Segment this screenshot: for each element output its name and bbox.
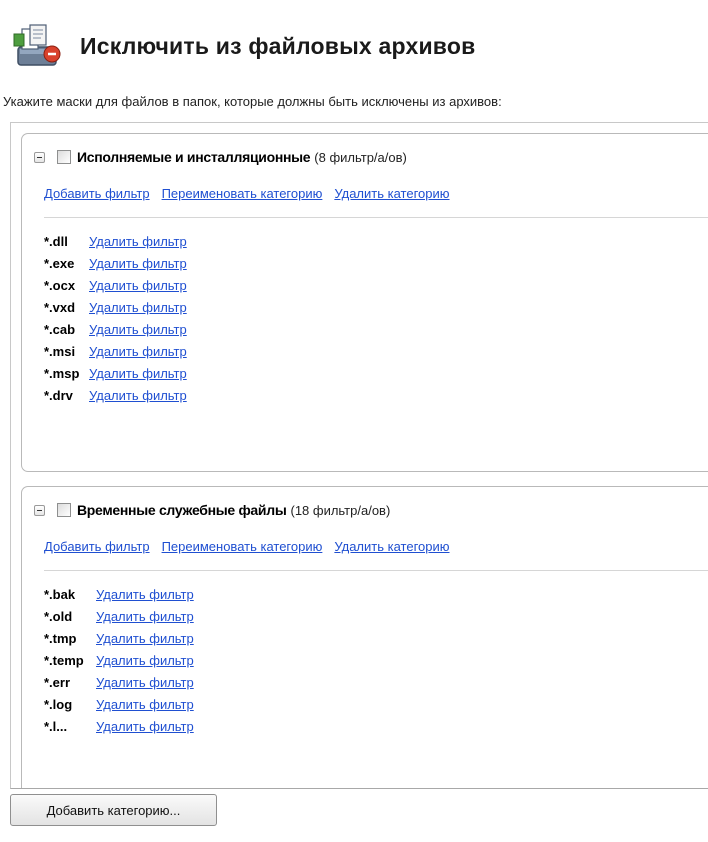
filter-row: *.bak Удалить фильтр bbox=[44, 583, 194, 605]
filter-row: *.temp Удалить фильтр bbox=[44, 649, 194, 671]
filter-mask: *.msp bbox=[44, 365, 80, 381]
category-name: Исполняемые и инсталляционные bbox=[77, 149, 311, 165]
filter-row: *.msi Удалить фильтр bbox=[44, 340, 187, 362]
category-panel: Исполняемые и инсталляционные (8 фильтр/… bbox=[21, 133, 708, 472]
filter-row: *.ocx Удалить фильтр bbox=[44, 274, 187, 296]
delete-filter-link[interactable]: Удалить фильтр bbox=[96, 719, 194, 734]
filter-mask: *.old bbox=[44, 608, 73, 624]
delete-category-link[interactable]: Удалить категорию bbox=[334, 539, 449, 554]
category-actions: Добавить фильтр Переименовать категорию … bbox=[44, 539, 450, 554]
filter-mask: *.cab bbox=[44, 321, 76, 337]
exclude-files-icon bbox=[8, 21, 66, 71]
rename-category-link[interactable]: Переименовать категорию bbox=[162, 186, 323, 201]
header: Исключить из файловых архивов bbox=[8, 18, 475, 74]
instructions-text: Укажите маски для файлов в папок, которы… bbox=[3, 94, 502, 109]
filter-mask: *.bak bbox=[44, 586, 76, 602]
delete-category-link[interactable]: Удалить категорию bbox=[334, 186, 449, 201]
category-count: (8 фильтр/а/ов) bbox=[314, 149, 407, 165]
filter-mask: *.msi bbox=[44, 343, 76, 359]
category-header: Исполняемые и инсталляционные (8 фильтр/… bbox=[34, 149, 407, 165]
filter-row: *.log Удалить фильтр bbox=[44, 693, 194, 715]
collapse-icon[interactable] bbox=[34, 151, 45, 163]
filter-list: *.bak Удалить фильтр *.old Удалить фильтр … bbox=[44, 583, 194, 737]
filter-row: *.err Удалить фильтр bbox=[44, 671, 194, 693]
filter-row: *.drv Удалить фильтр bbox=[44, 384, 187, 406]
add-category-button[interactable]: Добавить категорию... bbox=[10, 794, 217, 826]
filter-row: *.cab Удалить фильтр bbox=[44, 318, 187, 340]
filter-mask: *.dll bbox=[44, 233, 68, 249]
delete-filter-link[interactable]: Удалить фильтр bbox=[89, 388, 187, 403]
add-filter-link[interactable]: Добавить фильтр bbox=[44, 539, 150, 554]
filter-row: *.dll Удалить фильтр bbox=[44, 230, 187, 252]
collapse-icon[interactable] bbox=[34, 504, 45, 516]
filter-mask: *.err bbox=[44, 674, 71, 690]
delete-filter-link[interactable]: Удалить фильтр bbox=[96, 697, 194, 712]
delete-filter-link[interactable]: Удалить фильтр bbox=[96, 631, 194, 646]
delete-filter-link[interactable]: Удалить фильтр bbox=[96, 675, 194, 690]
filter-row: *.tmp Удалить фильтр bbox=[44, 627, 194, 649]
filter-mask: *.vxd bbox=[44, 299, 76, 315]
divider bbox=[44, 217, 708, 218]
filter-list: *.dll Удалить фильтр *.exe Удалить фильтр … bbox=[44, 230, 187, 406]
delete-filter-link[interactable]: Удалить фильтр bbox=[89, 344, 187, 359]
category-checkbox[interactable] bbox=[57, 503, 71, 517]
delete-filter-link[interactable]: Удалить фильтр bbox=[89, 234, 187, 249]
filter-mask: *.log bbox=[44, 696, 73, 712]
add-filter-link[interactable]: Добавить фильтр bbox=[44, 186, 150, 201]
delete-filter-link[interactable]: Удалить фильтр bbox=[89, 278, 187, 293]
filter-row: *.l... Удалить фильтр bbox=[44, 715, 194, 737]
category-panel: Временные служебные файлы (18 фильтр/а/о… bbox=[21, 486, 708, 788]
filter-mask: *.drv bbox=[44, 387, 73, 403]
delete-filter-link[interactable]: Удалить фильтр bbox=[89, 366, 187, 381]
delete-filter-link[interactable]: Удалить фильтр bbox=[96, 609, 194, 624]
category-name: Временные служебные файлы bbox=[77, 502, 287, 518]
page-title: Исключить из файловых архивов bbox=[80, 32, 476, 59]
filter-mask: *.ocx bbox=[44, 277, 76, 293]
filter-row: *.old Удалить фильтр bbox=[44, 605, 194, 627]
delete-filter-link[interactable]: Удалить фильтр bbox=[89, 256, 187, 271]
delete-filter-link[interactable]: Удалить фильтр bbox=[89, 300, 187, 315]
delete-filter-link[interactable]: Удалить фильтр bbox=[96, 653, 194, 668]
categories-list[interactable]: Исполняемые и инсталляционные (8 фильтр/… bbox=[10, 122, 708, 789]
filter-row: *.vxd Удалить фильтр bbox=[44, 296, 187, 318]
filter-row: *.msp Удалить фильтр bbox=[44, 362, 187, 384]
delete-filter-link[interactable]: Удалить фильтр bbox=[96, 587, 194, 602]
filter-mask: *.tmp bbox=[44, 630, 77, 646]
divider bbox=[44, 570, 708, 571]
filter-mask: *.l... bbox=[44, 718, 68, 734]
category-header: Временные служебные файлы (18 фильтр/а/о… bbox=[34, 502, 390, 518]
filter-mask: *.exe bbox=[44, 255, 75, 271]
delete-filter-link[interactable]: Удалить фильтр bbox=[89, 322, 187, 337]
category-count: (18 фильтр/а/ов) bbox=[290, 502, 391, 518]
filter-row: *.exe Удалить фильтр bbox=[44, 252, 187, 274]
category-actions: Добавить фильтр Переименовать категорию … bbox=[44, 186, 450, 201]
filter-mask: *.temp bbox=[44, 652, 84, 668]
category-checkbox[interactable] bbox=[57, 150, 71, 164]
rename-category-link[interactable]: Переименовать категорию bbox=[162, 539, 323, 554]
